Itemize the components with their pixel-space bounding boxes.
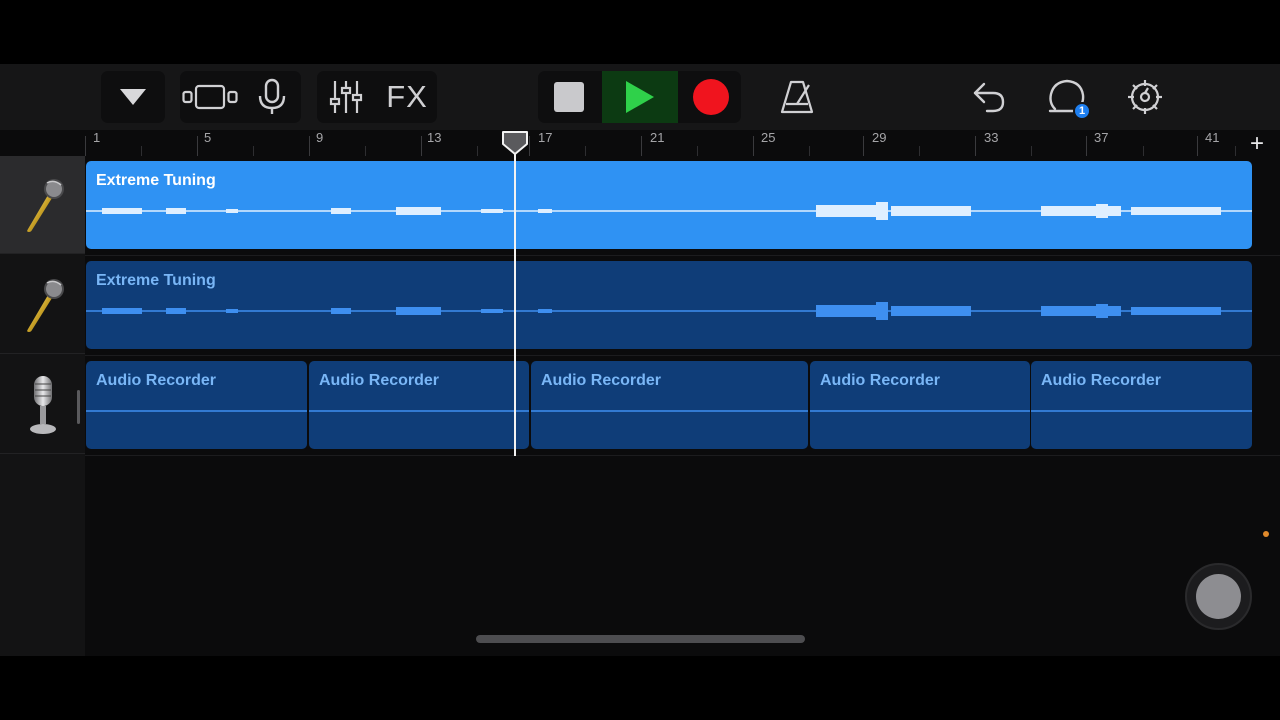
ruler-bar-number: 5	[204, 130, 212, 145]
record-button[interactable]	[682, 71, 740, 123]
ruler-subtick	[477, 146, 478, 156]
region[interactable]: Audio Recorder	[86, 361, 307, 449]
track-lane-3: Audio Recorder Audio Recorder Audio Reco…	[85, 356, 1280, 456]
track-browser-button[interactable]	[105, 71, 161, 123]
ruler-tick	[1197, 136, 1198, 156]
metronome-icon	[780, 80, 814, 114]
loops-badge: 1	[1073, 102, 1091, 120]
stop-button[interactable]	[540, 71, 598, 123]
region-label: Extreme Tuning	[96, 172, 216, 189]
region[interactable]: Extreme Tuning	[86, 261, 1252, 349]
track-header-3[interactable]	[0, 356, 85, 454]
fx-button[interactable]: FX	[378, 71, 436, 123]
play-button[interactable]	[605, 71, 675, 123]
track-header-1[interactable]	[0, 156, 85, 254]
ruler-subtick	[365, 146, 366, 156]
sliders-icon	[329, 81, 363, 113]
assistive-touch-button[interactable]	[1185, 563, 1252, 630]
ruler-subtick	[1235, 146, 1236, 156]
region[interactable]: Extreme Tuning	[86, 161, 1252, 249]
ruler-tick	[197, 136, 198, 156]
garageband-tracks-view: FX 1 1 5 9 13 17 21 25 29 33 37 41 + Ext…	[0, 64, 1280, 656]
toolbar: FX	[0, 64, 1280, 130]
playhead-line	[514, 148, 516, 456]
record-icon	[693, 79, 729, 115]
ruler-tick	[753, 136, 754, 156]
region-label: Audio Recorder	[319, 372, 440, 389]
region[interactable]: Audio Recorder	[1031, 361, 1252, 449]
ruler-bar-number: 9	[316, 130, 324, 145]
gear-icon	[1128, 80, 1162, 114]
assistive-touch-icon	[1196, 574, 1241, 619]
ruler-bar-number: 1	[93, 130, 101, 145]
waveform	[309, 410, 529, 412]
ruler-subtick	[697, 146, 698, 156]
studio-microphone-icon	[29, 375, 56, 434]
playhead-handle[interactable]	[500, 131, 530, 160]
ruler-bar-number: 29	[872, 130, 887, 145]
region-label: Audio Recorder	[541, 372, 662, 389]
ruler-tick	[309, 136, 310, 156]
waveform	[86, 410, 307, 412]
ruler-bar-number: 33	[984, 130, 999, 145]
undo-icon	[973, 82, 1005, 113]
region[interactable]: Audio Recorder	[309, 361, 529, 449]
tracks-view-button[interactable]	[181, 71, 239, 123]
tracks-view-icon	[182, 84, 238, 110]
microphone-icon	[258, 78, 286, 114]
play-icon	[626, 81, 654, 113]
region[interactable]: Audio Recorder	[810, 361, 1030, 449]
region-label: Extreme Tuning	[96, 272, 216, 289]
triangle-down-icon	[120, 89, 146, 105]
ruler-tick	[975, 136, 976, 156]
region-label: Audio Recorder	[96, 372, 217, 389]
microphone-button[interactable]	[245, 71, 299, 123]
loops-badge-count: 1	[1078, 105, 1086, 117]
region-label: Audio Recorder	[1041, 372, 1162, 389]
stop-icon	[554, 82, 584, 112]
add-section-button[interactable]: +	[1250, 132, 1264, 156]
ruler-bar-number: 17	[538, 130, 553, 145]
ruler-tick	[421, 136, 422, 156]
ruler-subtick	[141, 146, 142, 156]
ruler-subtick	[1031, 146, 1032, 156]
ruler-bar-number: 37	[1094, 130, 1109, 145]
fx-label: FX	[386, 79, 428, 114]
ruler-subtick	[809, 146, 810, 156]
track-lane-2: Extreme Tuning	[85, 256, 1280, 356]
ruler-tick	[85, 136, 86, 156]
undo-button[interactable]	[962, 71, 1016, 123]
region[interactable]: Audio Recorder	[531, 361, 808, 449]
waveform	[86, 202, 1252, 220]
gold-microphone-icon	[26, 278, 64, 332]
recording-indicator-dot	[1263, 531, 1269, 537]
ruler-tick	[641, 136, 642, 156]
ruler-tick	[1086, 136, 1087, 156]
track-lane-1: Extreme Tuning	[85, 156, 1280, 256]
gold-microphone-icon	[26, 178, 64, 232]
ruler-bar-number: 41	[1205, 130, 1220, 145]
settings-button[interactable]	[1118, 71, 1172, 123]
ruler-subtick	[1143, 146, 1144, 156]
waveform	[531, 410, 808, 412]
waveform	[86, 302, 1252, 320]
playhead-handle-icon	[502, 131, 528, 155]
waveform	[1031, 410, 1252, 412]
tracks-scrollbar[interactable]	[77, 390, 80, 424]
track-headers	[0, 156, 85, 656]
ruler-subtick	[585, 146, 586, 156]
timeline-ruler[interactable]: 1 5 9 13 17 21 25 29 33 37 41	[85, 130, 1280, 156]
ruler-tick	[863, 136, 864, 156]
ruler-subtick	[253, 146, 254, 156]
ruler-bar-number: 25	[761, 130, 776, 145]
ruler-bar-number: 13	[427, 130, 442, 145]
metronome-button[interactable]	[770, 71, 824, 123]
ruler-subtick	[919, 146, 920, 156]
home-indicator[interactable]	[476, 635, 805, 643]
track-header-2[interactable]	[0, 256, 85, 354]
region-label: Audio Recorder	[820, 372, 941, 389]
mixer-button[interactable]	[320, 71, 372, 123]
waveform	[810, 410, 1030, 412]
ruler-bar-number: 21	[650, 130, 665, 145]
